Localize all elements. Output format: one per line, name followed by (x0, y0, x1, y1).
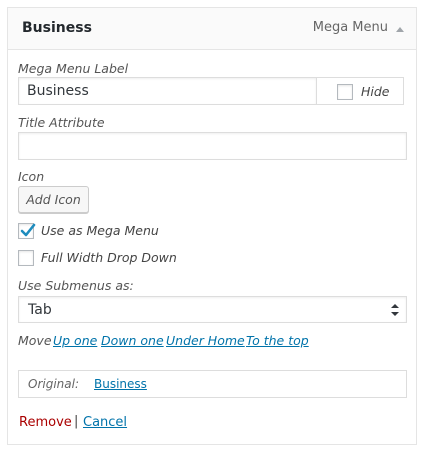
hide-checkbox[interactable] (337, 84, 353, 100)
icon-heading: Icon (18, 169, 45, 184)
menu-label-input[interactable]: Business (18, 77, 317, 105)
select-updown-icon (390, 303, 400, 321)
original-item-box: Original: Business (18, 370, 407, 398)
caret-up-icon[interactable] (393, 22, 407, 36)
menu-item-header[interactable]: Business Mega Menu (8, 8, 416, 50)
checkmark-icon (20, 223, 36, 237)
cancel-link[interactable]: Cancel (83, 415, 127, 430)
submenus-select[interactable]: Tab (18, 296, 407, 323)
full-width-drop-down-label: Full Width Drop Down (41, 250, 177, 265)
original-label: Original: (28, 377, 79, 391)
title-attribute-heading: Title Attribute (18, 115, 105, 130)
use-as-mega-menu-label: Use as Mega Menu (41, 223, 159, 238)
hide-toggle[interactable]: Hide (316, 77, 404, 105)
menu-label-value: Business (27, 83, 89, 99)
full-width-drop-down-checkbox[interactable] (18, 250, 34, 266)
submenus-heading: Use Submenus as: (18, 278, 134, 293)
original-link[interactable]: Business (94, 377, 147, 391)
use-as-mega-menu-checkbox[interactable] (18, 223, 36, 239)
remove-link[interactable]: Remove (19, 415, 72, 430)
add-icon-button[interactable]: Add Icon (18, 186, 89, 213)
action-separator: | (74, 414, 79, 429)
menu-item-type: Mega Menu (312, 20, 388, 35)
hide-label: Hide (361, 84, 390, 99)
menu-label-heading: Mega Menu Label (18, 61, 129, 76)
submenus-selected-value: Tab (28, 302, 52, 318)
move-up-one-link[interactable]: Up one (53, 333, 97, 348)
move-under-home-link[interactable]: Under Home (166, 333, 245, 348)
move-label: Move (18, 333, 52, 348)
move-down-one-link[interactable]: Down one (101, 333, 164, 348)
move-to-top-link[interactable]: To the top (246, 333, 309, 348)
title-attribute-input[interactable] (18, 132, 407, 160)
menu-item-title: Business (22, 20, 92, 36)
